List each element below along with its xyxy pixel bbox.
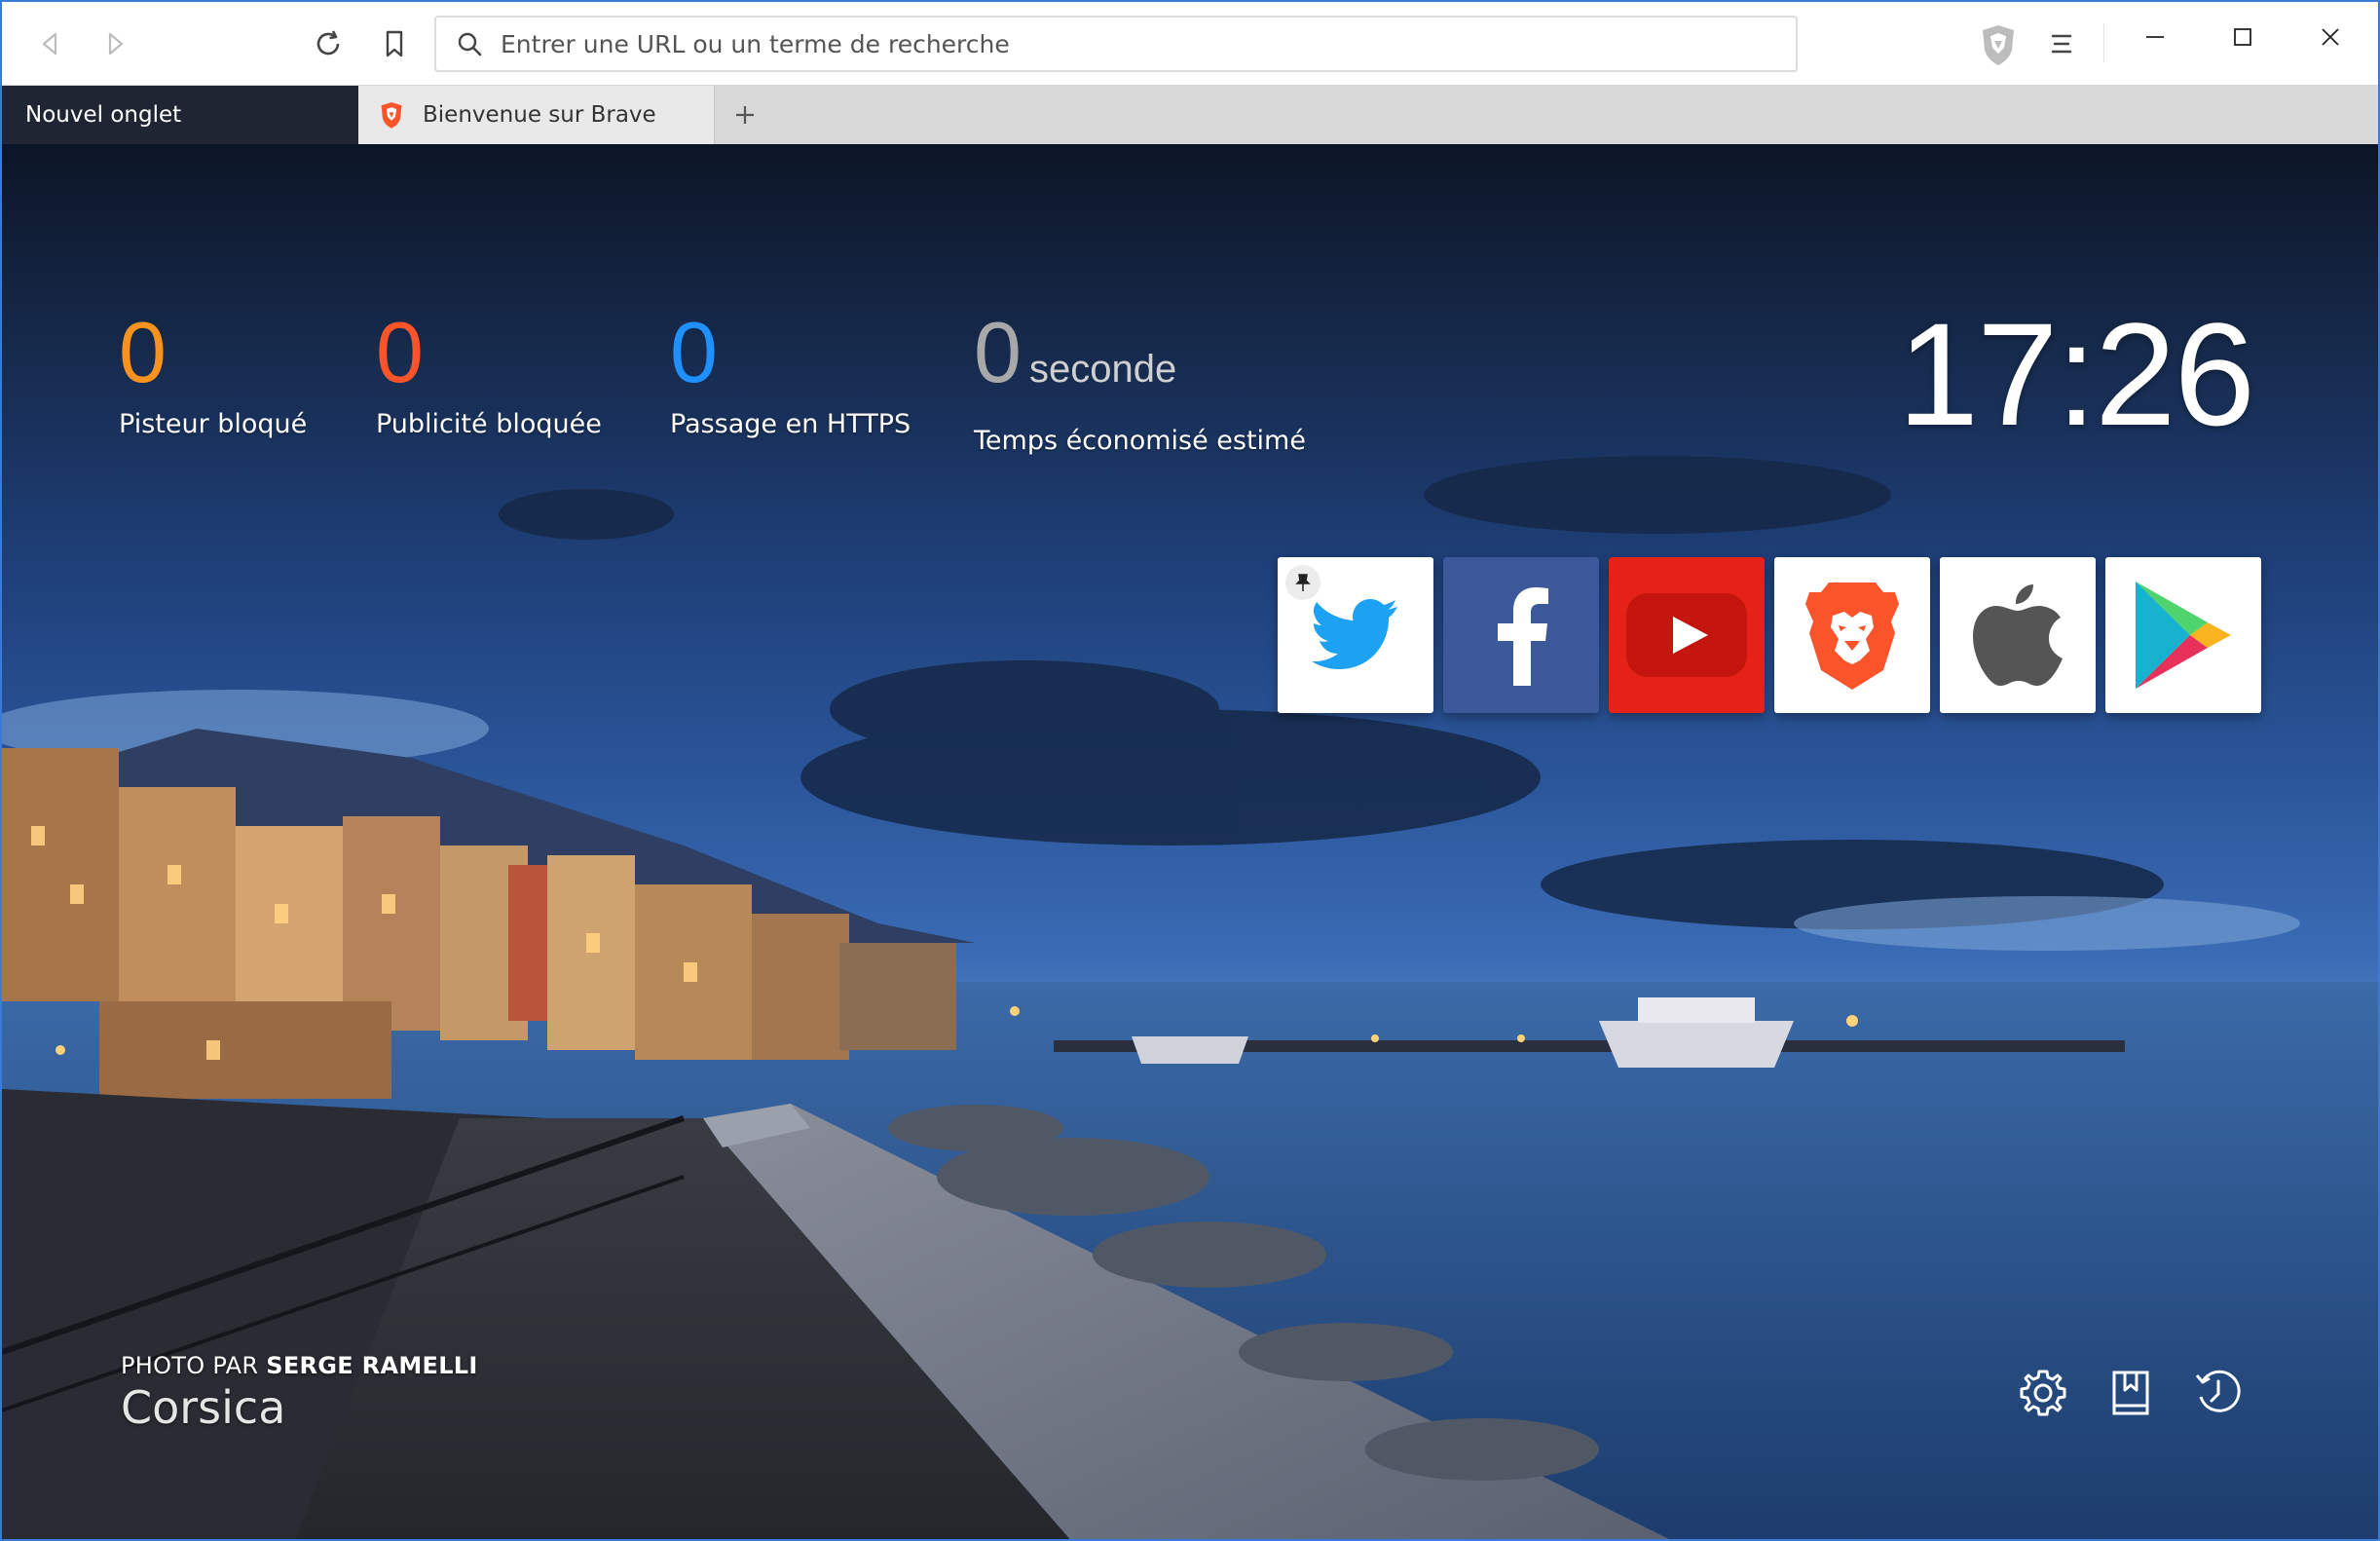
credit-author[interactable]: SERGE RAMELLI <box>266 1352 477 1379</box>
apple-icon <box>1973 584 2063 686</box>
brave-lion-icon <box>1805 583 1899 690</box>
top-site-twitter[interactable] <box>1278 557 1433 713</box>
brave-favicon-icon <box>381 101 402 129</box>
forward-icon <box>108 32 124 56</box>
photo-location: Corsica <box>121 1381 286 1434</box>
top-site-brave[interactable] <box>1774 557 1930 713</box>
tab-welcome-brave[interactable]: Bienvenue sur Brave <box>358 86 715 144</box>
minimize-button[interactable] <box>2111 12 2199 62</box>
bookmark-icon <box>386 30 403 57</box>
toolbar <box>2 2 2378 86</box>
menu-button[interactable] <box>2039 21 2084 66</box>
top-site-facebook[interactable] <box>1443 557 1599 713</box>
tab-label: Nouvel onglet <box>25 102 182 128</box>
stat-value: 0 <box>376 304 424 400</box>
twitter-icon <box>1312 599 1397 669</box>
hamburger-menu-icon <box>2051 34 2072 54</box>
new-tab-page: 0 Pisteur bloqué 0 Publicité bloquée 0 P… <box>2 144 2378 1539</box>
bookmark-button[interactable] <box>372 21 417 66</box>
top-site-google-play[interactable] <box>2105 557 2261 713</box>
brave-shields-button[interactable] <box>1973 19 2024 70</box>
stat-label: Publicité bloquée <box>376 409 602 439</box>
tab-label: Bienvenue sur Brave <box>423 102 656 128</box>
tab-new-tab[interactable]: Nouvel onglet <box>2 86 358 144</box>
close-button[interactable] <box>2287 12 2374 62</box>
back-icon <box>42 32 57 56</box>
youtube-icon <box>1626 593 1747 677</box>
stat-trackers-blocked: 0 Pisteur bloqué <box>119 304 308 440</box>
photo-credit-byline: PHOTO PAR SERGE RAMELLI <box>121 1352 478 1379</box>
new-tab-button[interactable] <box>723 86 767 144</box>
stat-https-upgrades: 0 Passage en HTTPS <box>670 304 911 440</box>
stat-label: Temps économisé estimé <box>974 426 1306 456</box>
forward-button[interactable] <box>93 21 138 66</box>
pin-button[interactable] <box>1285 565 1320 600</box>
stat-time-saved: 0 seconde Temps économisé estimé <box>974 304 1306 457</box>
toolbar-divider <box>2103 23 2104 62</box>
facebook-icon <box>1498 587 1548 686</box>
top-site-youtube[interactable] <box>1609 557 1765 713</box>
stat-label: Pisteur bloqué <box>119 409 308 439</box>
maximize-button[interactable] <box>2199 12 2287 62</box>
stat-ads-blocked: 0 Publicité bloquée <box>376 304 602 440</box>
google-play-icon <box>2136 582 2231 689</box>
maximize-icon <box>2234 28 2251 46</box>
stat-value: 0 <box>670 304 718 400</box>
history-icon <box>2195 1370 2241 1412</box>
top-site-apple[interactable] <box>1940 557 2096 713</box>
reload-icon <box>316 30 340 56</box>
browser-window: Nouvel onglet Bienvenue sur Brave <box>0 0 2380 1541</box>
back-button[interactable] <box>27 21 72 66</box>
brave-shields-icon <box>1983 25 2014 65</box>
stat-value: 0 <box>974 304 1022 400</box>
stat-unit: seconde <box>1028 348 1177 391</box>
plus-icon <box>736 106 754 124</box>
stat-value: 0 <box>119 304 167 400</box>
close-icon <box>2322 28 2339 46</box>
photo-credit: PHOTO PAR SERGE RAMELLI Corsica <box>121 1352 478 1434</box>
clock: 17:26 <box>1897 292 2255 456</box>
bookmarks-icon <box>2112 1371 2149 1415</box>
url-input[interactable] <box>501 29 1766 58</box>
top-sites <box>1278 557 2261 713</box>
tab-strip: Nouvel onglet Bienvenue sur Brave <box>2 86 2378 144</box>
credit-prefix: PHOTO PAR <box>121 1352 267 1379</box>
search-icon <box>458 32 482 56</box>
stat-label: Passage en HTTPS <box>670 409 911 439</box>
bookmarks-button[interactable] <box>2100 1362 2162 1424</box>
minimize-icon <box>2146 36 2164 38</box>
pin-icon <box>1295 574 1311 591</box>
history-button[interactable] <box>2187 1362 2250 1424</box>
settings-icon <box>2020 1370 2066 1416</box>
settings-button[interactable] <box>2012 1362 2074 1424</box>
reload-button[interactable] <box>306 21 351 66</box>
url-bar[interactable] <box>434 16 1798 72</box>
